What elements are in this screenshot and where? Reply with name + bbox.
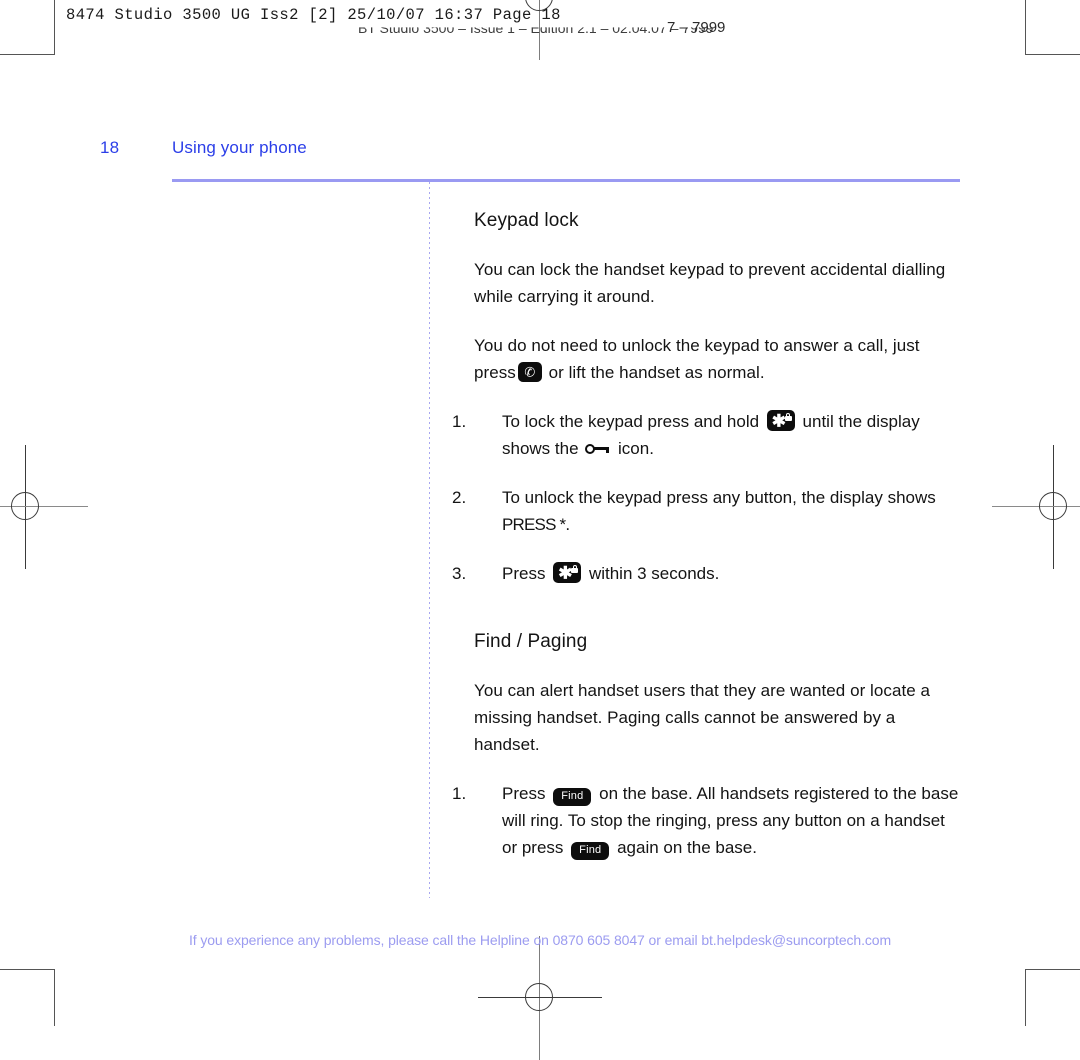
heading-find-paging: Find / Paging bbox=[474, 631, 588, 652]
step-text-after: icon. bbox=[618, 439, 654, 458]
prepress-slug-line: 8474 Studio 3500 UG Iss2 [2] 25/10/07 16… bbox=[66, 6, 561, 24]
paragraph-find-paging-intro: You can alert handset users that they ar… bbox=[474, 681, 930, 754]
footer-helpline: If you experience any problems, please c… bbox=[188, 932, 892, 948]
crop-mark-top-left bbox=[0, 0, 55, 55]
find-button-icon: Find bbox=[553, 788, 592, 806]
step-text-after: . bbox=[565, 515, 571, 534]
paragraph-answer-call-after: or lift the handset as normal. bbox=[548, 363, 765, 382]
prepress-job-number: 7 – 7999 bbox=[667, 19, 726, 36]
list-marker: 2. bbox=[452, 488, 467, 507]
crop-mark-bottom-right bbox=[1025, 969, 1080, 1026]
paragraph-answer-call: You do not need to unlock the keypad to … bbox=[474, 332, 964, 386]
step-text-before: Press bbox=[502, 564, 546, 583]
registration-mark-bottom bbox=[478, 936, 602, 1060]
list-item: 2. To unlock the keypad press any button,… bbox=[452, 484, 964, 538]
registration-mark-circle bbox=[1039, 492, 1067, 520]
step-text-after: within 3 seconds. bbox=[588, 564, 720, 583]
list-item: 1. To lock the keypad press and hold ✱ un… bbox=[452, 408, 964, 462]
list-marker: 3. bbox=[452, 564, 467, 583]
list-item: 3. Press ✱ within 3 seconds. bbox=[452, 560, 964, 587]
registration-mark-left bbox=[0, 445, 88, 569]
paragraph-keypad-lock-intro: You can lock the handset keypad to preve… bbox=[474, 260, 946, 306]
step-text-before: To unlock the keypad press any button, t… bbox=[502, 488, 936, 507]
step-text-before: Press bbox=[502, 784, 546, 803]
star-lock-key-icon: ✱ bbox=[766, 410, 795, 431]
column-divider bbox=[429, 182, 430, 898]
crop-mark-bottom-left bbox=[0, 969, 55, 1026]
registration-mark-circle bbox=[11, 492, 39, 520]
page-number: 18 bbox=[100, 138, 120, 157]
handset-glyph: ✆ bbox=[524, 364, 536, 380]
list-item: 1. Press Find on the base. All handsets r… bbox=[452, 780, 964, 861]
handset-display-text: PRESS * bbox=[502, 515, 566, 534]
header-rule bbox=[172, 179, 960, 182]
section-title: Using your phone bbox=[172, 138, 307, 157]
registration-mark-right bbox=[992, 445, 1080, 569]
main-content: Keypad lock You can lock the handset key… bbox=[452, 210, 964, 883]
step-text-before: To lock the keypad press and hold bbox=[502, 412, 760, 431]
find-button-icon: Find bbox=[571, 842, 610, 860]
crop-mark-top-right bbox=[1025, 0, 1080, 55]
key-lock-indicator-icon bbox=[585, 443, 611, 455]
padlock-icon bbox=[784, 413, 792, 421]
padlock-icon bbox=[571, 565, 579, 573]
phone-key-icon: ✆ bbox=[517, 362, 542, 382]
star-lock-key-icon: ✱ bbox=[553, 562, 582, 583]
step-text-after: again on the base. bbox=[617, 838, 757, 857]
registration-mark-circle bbox=[525, 983, 553, 1011]
find-paging-steps: 1. Press Find on the base. All handsets r… bbox=[452, 780, 964, 861]
list-marker: 1. bbox=[452, 412, 467, 431]
heading-keypad-lock: Keypad lock bbox=[474, 210, 579, 231]
keypad-lock-steps: 1. To lock the keypad press and hold ✱ un… bbox=[452, 408, 964, 587]
list-marker: 1. bbox=[452, 784, 467, 803]
